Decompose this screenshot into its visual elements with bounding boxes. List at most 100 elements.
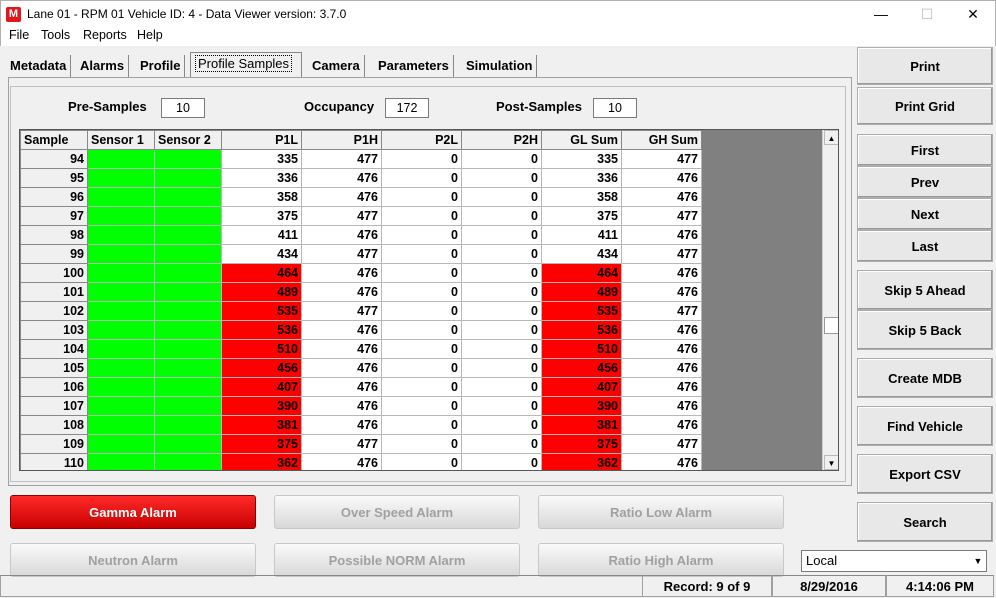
create-mdb-button[interactable]: Create MDB [857,358,993,398]
table-row[interactable]: 97 375 477 0 0 375 477 [20,206,702,226]
menu-help[interactable]: Help [137,28,163,42]
window-title: Lane 01 - RPM 01 Vehicle ID: 4 - Data Vi… [27,7,347,21]
close-button[interactable]: ✕ [950,1,996,27]
gh-cell: 477 [621,434,702,454]
column-header[interactable]: P1L [221,130,302,150]
gh-cell: 476 [621,225,702,245]
p2h-cell: 0 [461,377,542,397]
tab-parameters[interactable]: Parameters [374,55,454,77]
p1h-cell: 476 [301,187,382,207]
next-button[interactable]: Next [857,198,993,230]
samples-grid[interactable]: Sample Sensor 1 Sensor 2 P1L P1H P2L P2H GL Sum… [19,129,839,471]
p1l-cell: 536 [221,320,302,340]
scroll-thumb[interactable] [824,317,838,334]
pre-samples-field[interactable]: 10 [161,98,205,118]
post-samples-label: Post-Samples [496,99,582,114]
menu-file[interactable]: File [9,28,29,42]
table-row[interactable]: 99 434 477 0 0 434 477 [20,244,702,264]
find-vehicle-button[interactable]: Find Vehicle [857,406,993,446]
gh-cell: 476 [621,415,702,435]
menu-tools[interactable]: Tools [41,28,70,42]
table-row[interactable]: 103 536 476 0 0 536 476 [20,320,702,340]
grid-scrollbar[interactable]: ▲ ▼ [822,130,838,470]
gl-cell: 407 [541,377,622,397]
print-grid-button[interactable]: Print Grid [857,87,993,125]
gamma-alarm-indicator: Gamma Alarm [10,495,256,529]
table-row[interactable]: 109 375 477 0 0 375 477 [20,434,702,454]
p1h-cell: 476 [301,263,382,283]
skip-5-back-button[interactable]: Skip 5 Back [857,310,993,350]
table-row[interactable]: 101 489 476 0 0 489 476 [20,282,702,302]
gl-cell: 411 [541,225,622,245]
sensor-cell [154,358,222,378]
table-row[interactable]: 94 335 477 0 0 335 477 [20,149,702,169]
table-row[interactable]: 95 336 476 0 0 336 476 [20,168,702,188]
column-header[interactable]: P2L [381,130,462,150]
occupancy-label: Occupancy [304,99,375,114]
p1l-cell: 407 [221,377,302,397]
table-row[interactable]: 107 390 476 0 0 390 476 [20,396,702,416]
p2l-cell: 0 [381,301,462,321]
table-row[interactable]: 110 362 476 0 0 362 476 [20,453,702,470]
column-header[interactable]: P2H [461,130,542,150]
sensor-cell [87,358,155,378]
location-select-value: Local [806,553,838,568]
p2l-cell: 0 [381,415,462,435]
sample-cell: 108 [20,415,88,435]
table-row[interactable]: 100 464 476 0 0 464 476 [20,263,702,283]
sample-cell: 102 [20,301,88,321]
last-button[interactable]: Last [857,230,993,262]
table-row[interactable]: 106 407 476 0 0 407 476 [20,377,702,397]
p2h-cell: 0 [461,282,542,302]
neutron-alarm-indicator: Neutron Alarm [10,543,256,577]
minimize-button[interactable]: — [858,1,904,27]
menu-reports[interactable]: Reports [83,28,127,42]
export-csv-button[interactable]: Export CSV [857,454,993,494]
p2h-cell: 0 [461,358,542,378]
sensor-cell [154,453,222,470]
skip-5-ahead-button[interactable]: Skip 5 Ahead [857,270,993,310]
tab-profile[interactable]: Profile [136,55,186,77]
table-row[interactable]: 102 535 477 0 0 535 477 [20,301,702,321]
p1h-cell: 477 [301,206,382,226]
table-row[interactable]: 105 456 476 0 0 456 476 [20,358,702,378]
gl-cell: 336 [541,168,622,188]
print-button[interactable]: Print [857,47,993,85]
gh-cell: 477 [621,149,702,169]
prev-button[interactable]: Prev [857,166,993,198]
column-header[interactable]: Sample [20,130,88,150]
tab-metadata[interactable]: Metadata [6,55,72,77]
column-header[interactable]: Sensor 1 [87,130,155,150]
table-row[interactable]: 104 510 476 0 0 510 476 [20,339,702,359]
search-button[interactable]: Search [857,502,993,542]
tab-simulation[interactable]: Simulation [462,55,538,77]
gh-cell: 477 [621,301,702,321]
scroll-down-arrow-icon[interactable]: ▼ [824,455,838,470]
gh-cell: 476 [621,358,702,378]
scroll-up-arrow-icon[interactable]: ▲ [824,130,838,145]
sample-cell: 106 [20,377,88,397]
p2l-cell: 0 [381,187,462,207]
maximize-button[interactable]: ☐ [904,1,950,27]
tab-profile-samples[interactable]: Profile Samples [190,52,302,77]
sensor-cell [87,453,155,470]
location-select[interactable]: Local ▼ [801,550,987,572]
p2l-cell: 0 [381,206,462,226]
sample-cell: 98 [20,225,88,245]
column-header[interactable]: Sensor 2 [154,130,222,150]
column-header[interactable]: GL Sum [541,130,622,150]
p1h-cell: 476 [301,339,382,359]
chevron-down-icon[interactable]: ▼ [970,551,986,571]
p1l-cell: 375 [221,206,302,226]
first-button[interactable]: First [857,134,993,166]
column-header[interactable]: GH Sum [621,130,702,150]
table-row[interactable]: 108 381 476 0 0 381 476 [20,415,702,435]
column-header[interactable]: P1H [301,130,382,150]
table-row[interactable]: 96 358 476 0 0 358 476 [20,187,702,207]
p2h-cell: 0 [461,225,542,245]
tab-camera[interactable]: Camera [308,55,365,77]
post-samples-field[interactable]: 10 [593,98,637,118]
tab-alarms[interactable]: Alarms [76,55,130,77]
occupancy-field[interactable]: 172 [385,98,429,118]
table-row[interactable]: 98 411 476 0 0 411 476 [20,225,702,245]
